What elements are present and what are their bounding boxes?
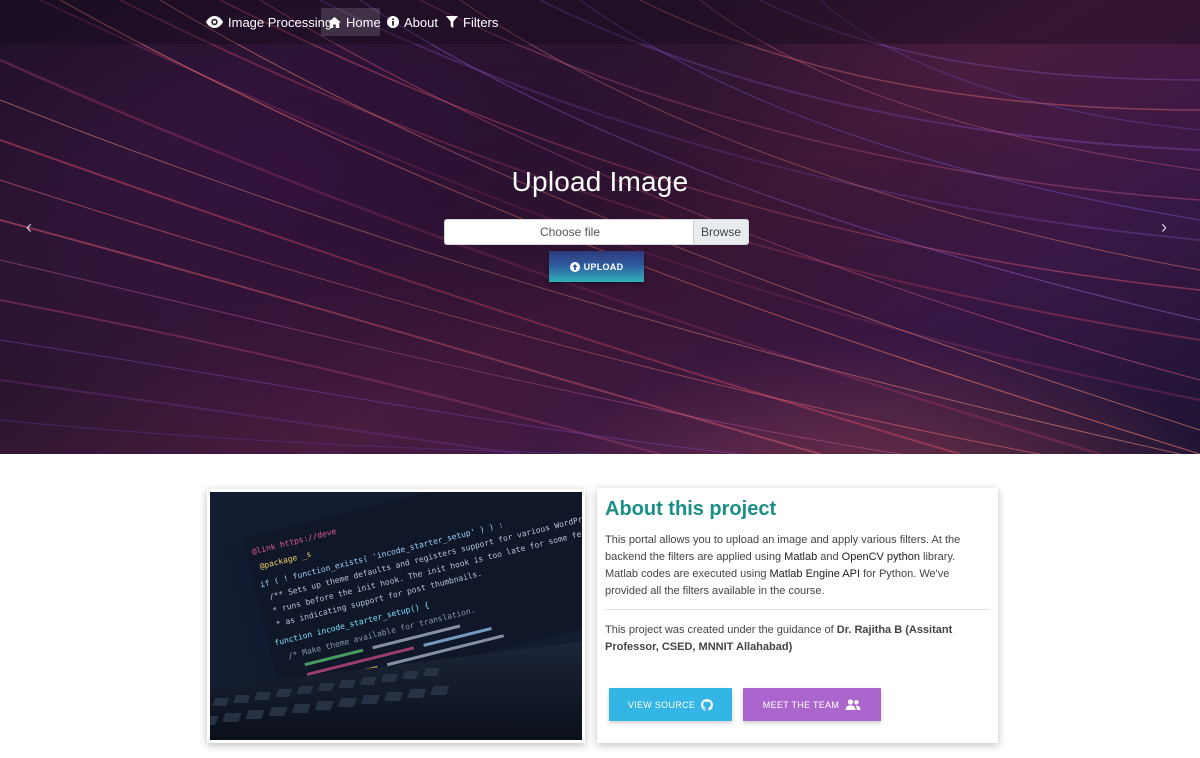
browse-button[interactable]: Browse <box>693 220 748 244</box>
meet-team-button[interactable]: MEET THE TEAM <box>743 688 881 721</box>
file-input[interactable]: Choose file Browse <box>444 219 749 245</box>
github-icon <box>701 698 714 711</box>
carousel-prev-icon[interactable]: ‹ <box>19 216 39 238</box>
about-text-highlight: OpenCV python <box>841 551 920 563</box>
nav-item-label: About <box>404 14 438 30</box>
guidance-text-part: This project was created under the guida… <box>605 624 837 636</box>
nav-item-about[interactable]: About <box>380 8 445 36</box>
upload-button[interactable]: UPLOAD <box>549 251 644 282</box>
filter-icon <box>446 16 458 28</box>
about-text-highlight: Matlab Engine API <box>769 568 861 580</box>
users-icon <box>845 699 861 710</box>
upload-title: Upload Image <box>511 166 689 197</box>
meet-team-label: MEET THE TEAM <box>762 699 840 710</box>
code-screen-illustration: @link https://deve @package _s if ( ! fu… <box>210 492 582 740</box>
home-icon <box>328 16 341 28</box>
file-input-placeholder: Choose file <box>539 225 601 239</box>
nav-brand-label: Image Processing <box>228 14 333 30</box>
about-description: This portal allows you to upload an imag… <box>605 532 990 600</box>
about-text-highlight: Matlab <box>784 551 818 563</box>
view-source-button[interactable]: VIEW SOURCE <box>609 688 732 721</box>
divider <box>605 609 990 610</box>
info-icon <box>387 16 399 28</box>
guidance-text: This project was created under the guida… <box>605 622 990 656</box>
eye-icon <box>206 16 223 28</box>
project-image-card: @link https://deve @package _s if ( ! fu… <box>207 489 585 743</box>
nav-item-label: Filters <box>463 14 499 30</box>
nav-brand[interactable]: Image Processing <box>200 8 339 36</box>
about-title: About this project <box>605 498 777 520</box>
nav-item-label: Home <box>346 14 381 30</box>
carousel-next-icon[interactable]: › <box>1154 216 1174 238</box>
top-navbar: Image Processing Home About Filters <box>0 0 1200 44</box>
nav-item-filters[interactable]: Filters <box>439 8 505 36</box>
about-text-part: and <box>817 551 842 563</box>
view-source-label: VIEW SOURCE <box>627 699 696 710</box>
about-card: About this project This portal allows yo… <box>597 488 998 743</box>
upload-button-label: UPLOAD <box>583 261 624 272</box>
upload-circle-icon <box>569 261 580 272</box>
code-laptop-image: @link https://deve @package _s if ( ! fu… <box>210 492 582 740</box>
nav-item-home[interactable]: Home <box>321 8 381 36</box>
